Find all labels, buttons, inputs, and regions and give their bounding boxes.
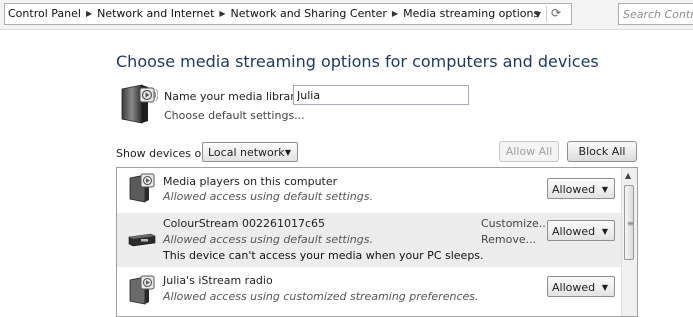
allow-all-button[interactable]: Allow All: [499, 141, 559, 162]
customize-link[interactable]: Customize...: [481, 217, 549, 230]
media-device-icon: [128, 233, 156, 247]
device-status: Allowed access using default settings.: [163, 190, 373, 203]
address-history-dropdown-icon[interactable]: ▼: [535, 10, 541, 19]
chevron-down-icon: ▼: [601, 227, 608, 236]
refresh-icon[interactable]: ⟳: [546, 6, 565, 22]
library-name-input[interactable]: [293, 85, 469, 105]
search-box[interactable]: [618, 3, 693, 25]
choose-default-settings-link[interactable]: Choose default settings...: [164, 109, 305, 122]
show-devices-value: Local network: [208, 146, 285, 159]
permission-dropdown[interactable]: Allowed ▼: [547, 220, 615, 241]
device-row-selected[interactable]: ColourStream 002261017c65 Allowed access…: [117, 213, 623, 267]
chevron-down-icon: ▼: [601, 283, 608, 292]
sleep-warning: This device can't access your media when…: [163, 249, 484, 262]
breadcrumb-separator-icon[interactable]: ▶: [219, 9, 225, 18]
device-status: Allowed access using default settings.: [163, 233, 373, 246]
permission-value: Allowed: [552, 281, 596, 294]
address-bar: Control Panel ▶ Network and Internet ▶ Netwo…: [0, 0, 693, 30]
block-all-button[interactable]: Block All: [567, 141, 637, 162]
permission-dropdown[interactable]: Allowed ▼: [547, 178, 615, 199]
breadcrumb-network-and-internet[interactable]: Network and Internet: [97, 7, 214, 20]
library-name-label: Name your media library:: [164, 90, 305, 103]
radio-icon: [129, 275, 155, 305]
device-list-scrollbar[interactable]: ▲ ≡: [621, 168, 637, 316]
device-row[interactable]: Media players on this computer Allowed a…: [117, 168, 623, 208]
chevron-down-icon: ▼: [601, 185, 608, 194]
breadcrumb[interactable]: Control Panel ▶ Network and Internet ▶ Netwo…: [4, 3, 572, 25]
show-devices-dropdown[interactable]: Local network ▼: [202, 142, 298, 162]
device-row[interactable]: Julia's iStream radio Allowed access usi…: [117, 270, 623, 314]
page-title: Choose media streaming options for compu…: [116, 52, 599, 71]
device-list: Media players on this computer Allowed a…: [116, 167, 638, 317]
scrollbar-thumb[interactable]: ≡: [624, 185, 634, 260]
device-name: Julia's iStream radio: [163, 274, 273, 287]
breadcrumb-control-panel[interactable]: Control Panel: [8, 7, 81, 20]
device-name: Media players on this computer: [163, 175, 338, 188]
breadcrumb-separator-icon[interactable]: ▶: [86, 9, 92, 18]
permission-dropdown[interactable]: Allowed ▼: [547, 276, 615, 297]
device-name: ColourStream 002261017c65: [163, 217, 326, 230]
scroll-up-icon[interactable]: ▲: [625, 171, 631, 180]
show-devices-label: Show devices on:: [116, 147, 212, 160]
breadcrumb-media-streaming-options[interactable]: Media streaming options: [403, 7, 539, 20]
chevron-down-icon: ▼: [284, 148, 291, 157]
device-status: Allowed access using customized streamin…: [163, 290, 479, 303]
remove-link[interactable]: Remove...: [481, 233, 536, 246]
breadcrumb-network-sharing-center[interactable]: Network and Sharing Center: [231, 7, 387, 20]
permission-value: Allowed: [552, 225, 596, 238]
media-library-icon: [121, 84, 158, 124]
permission-value: Allowed: [552, 183, 596, 196]
search-input[interactable]: [623, 6, 693, 22]
breadcrumb-separator-icon[interactable]: ▶: [392, 9, 398, 18]
grip-icon: ≡: [627, 219, 634, 228]
media-player-icon: [129, 173, 155, 203]
